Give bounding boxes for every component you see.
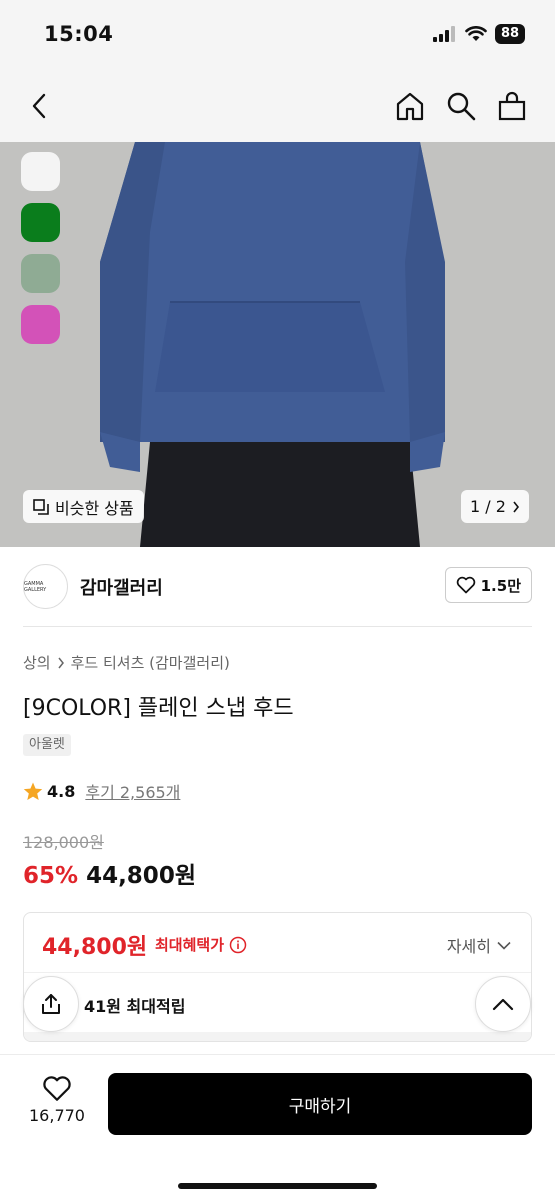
brand-logo[interactable]: GAMMA GALLERY <box>23 564 68 609</box>
scroll-top-button[interactable] <box>475 976 531 1032</box>
wifi-icon <box>465 26 487 41</box>
brand-like-button[interactable]: 1.5만 <box>444 567 532 603</box>
color-swatch-green[interactable] <box>21 203 60 242</box>
discount-rate: 65% <box>23 863 79 889</box>
home-indicator <box>178 1183 377 1189</box>
benefit-label-text: 최대혜택가 <box>155 936 225 954</box>
chevron-up-icon <box>492 998 514 1011</box>
review-link[interactable]: 후기 2,565개 <box>85 779 180 803</box>
chevron-left-icon <box>32 93 46 119</box>
color-swatches <box>21 152 60 344</box>
color-swatch-pink[interactable] <box>21 305 60 344</box>
benefit-price: 44,800원 <box>42 935 148 960</box>
image-page-text: 1 / 2 <box>470 497 506 516</box>
product-photo <box>0 142 555 547</box>
benefit-detail-toggle[interactable]: 자세히 <box>447 933 511 957</box>
chevron-right-icon <box>58 657 64 668</box>
benefit-points: 41원 최대적립 <box>84 997 186 1016</box>
wishlist-button[interactable]: 16,770 <box>24 1075 90 1125</box>
back-button[interactable] <box>20 86 60 126</box>
battery-indicator: 88 <box>495 24 525 44</box>
breadcrumb-item-subcategory[interactable]: 후드 티셔츠 (감마갤러리) <box>71 652 230 673</box>
shopping-bag-icon <box>498 91 526 121</box>
similar-products-button[interactable]: 비슷한 상품 <box>23 490 144 523</box>
status-icons: 88 <box>433 24 525 44</box>
breadcrumb-item-category[interactable]: 상의 <box>23 652 51 673</box>
image-page-indicator[interactable]: 1 / 2 <box>461 490 529 523</box>
benefit-header[interactable]: 44,800원 최대혜택가 자세히 <box>24 913 531 973</box>
chevron-right-icon <box>513 501 519 512</box>
benefit-detail-label: 자세히 <box>446 937 491 956</box>
benefit-footer <box>24 1032 531 1041</box>
similar-items-icon <box>33 498 49 515</box>
nav-bar <box>0 70 555 142</box>
brand-like-count: 1.5만 <box>480 576 521 595</box>
sale-price: 44,800원 <box>86 863 196 889</box>
brand-row[interactable]: GAMMA GALLERY 감마갤러리 1.5만 <box>0 547 555 627</box>
home-button[interactable] <box>390 86 430 126</box>
outlet-badge: 아울렛 <box>23 734 71 756</box>
color-swatch-white[interactable] <box>21 152 60 191</box>
star-icon <box>23 782 43 800</box>
info-icon[interactable] <box>229 936 247 954</box>
signal-icon <box>433 26 455 42</box>
home-icon <box>396 92 424 121</box>
brand-name[interactable]: 감마갤러리 <box>80 574 163 600</box>
rating-value: 4.8 <box>47 781 76 801</box>
rating-row: 4.8 후기 2,565개 <box>23 779 180 803</box>
heart-icon <box>43 1076 71 1101</box>
brand-logo-text: GAMMA GALLERY <box>24 580 47 593</box>
cart-button[interactable] <box>492 86 532 126</box>
benefit-label: 최대혜택가 <box>155 934 247 955</box>
status-time: 15:04 <box>44 22 114 46</box>
benefit-box: 44,800원 최대혜택가 자세히 41원 최대적립 <box>23 912 532 1042</box>
search-icon <box>447 92 476 121</box>
status-bar: 15:04 88 <box>0 0 555 70</box>
share-button[interactable] <box>23 976 79 1032</box>
similar-products-label: 비슷한 상품 <box>55 498 134 518</box>
product-image[interactable]: 비슷한 상품 1 / 2 <box>0 142 555 547</box>
heart-icon <box>456 576 475 594</box>
price-row: 65% 44,800원 <box>23 856 196 890</box>
buy-button[interactable]: 구매하기 <box>108 1073 532 1135</box>
wishlist-count: 16,770 <box>29 1106 85 1125</box>
product-title: [9COLOR] 플레인 스냅 후드 <box>23 696 294 721</box>
share-icon <box>42 994 60 1014</box>
bottom-bar: 16,770 구매하기 <box>0 1054 555 1200</box>
search-button[interactable] <box>441 86 481 126</box>
color-swatch-sage[interactable] <box>21 254 60 293</box>
breadcrumb: 상의 후드 티셔츠 (감마갤러리) <box>23 652 230 673</box>
divider <box>23 626 532 627</box>
original-price: 128,000원 <box>23 833 104 852</box>
chevron-down-icon <box>497 941 511 950</box>
